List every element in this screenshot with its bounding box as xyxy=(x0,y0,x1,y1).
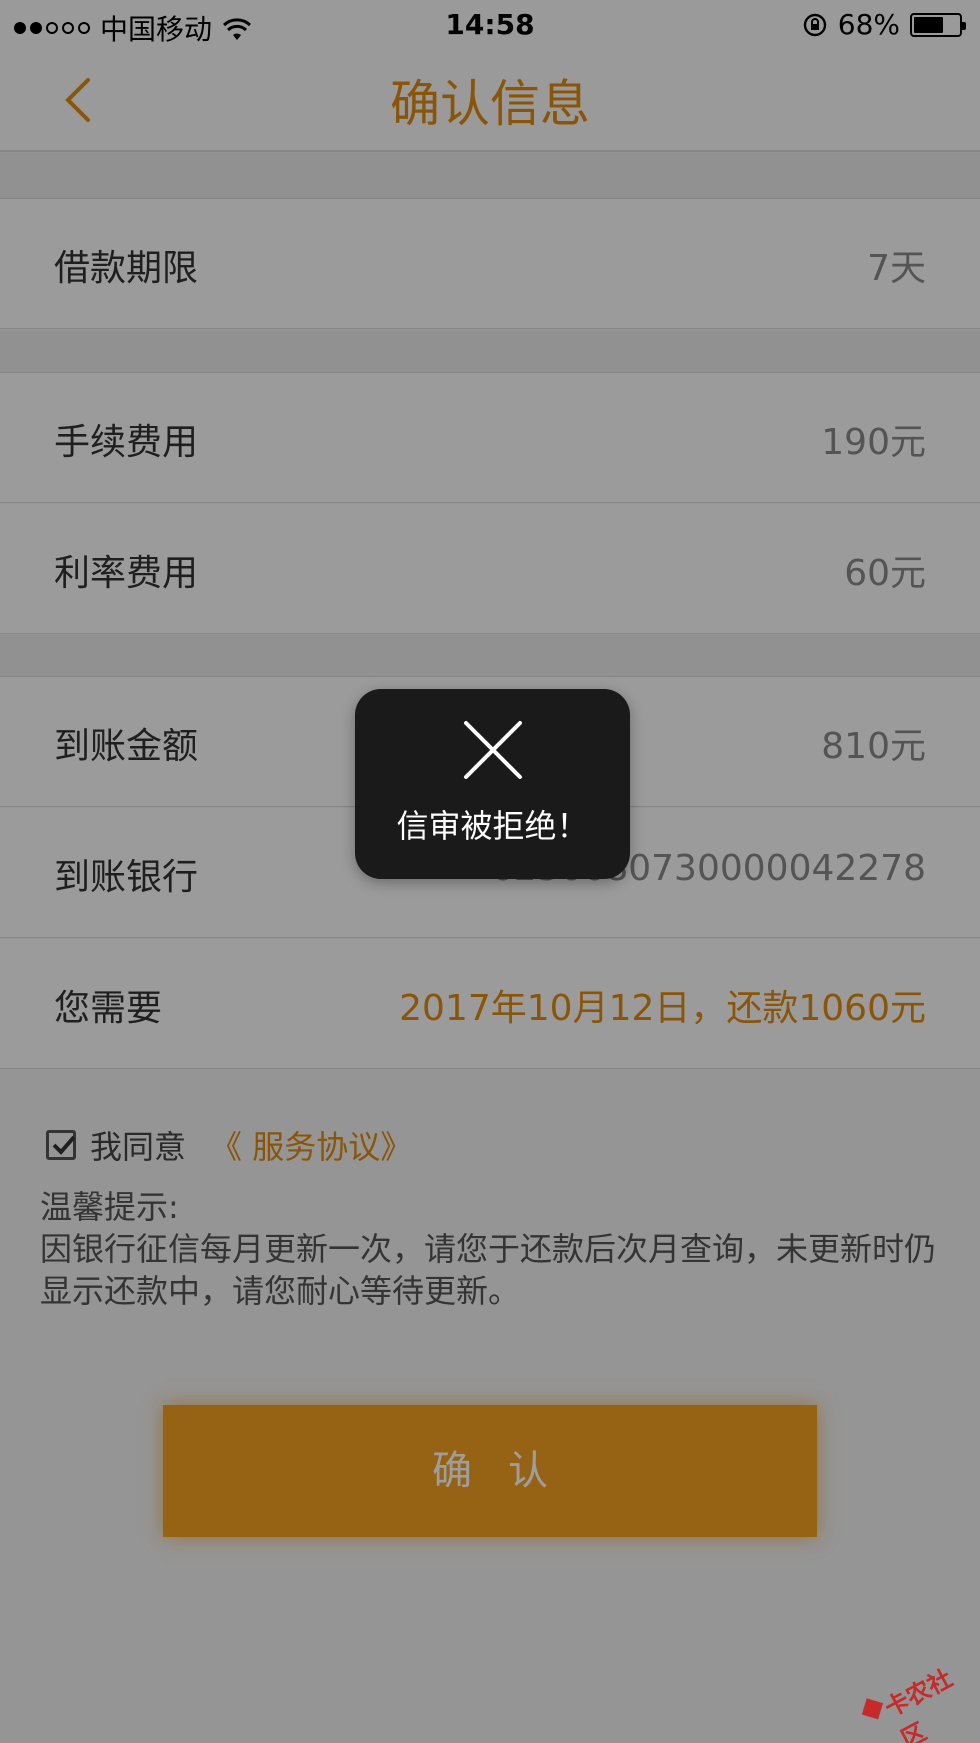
error-toast: 信审被拒绝！ xyxy=(355,689,630,879)
close-icon xyxy=(460,717,526,783)
page: 中国移动 14:58 68% 确认信息 借款期限 7天 手续费用 190元 利率… xyxy=(0,0,980,1743)
toast-message: 信审被拒绝！ xyxy=(396,807,589,845)
